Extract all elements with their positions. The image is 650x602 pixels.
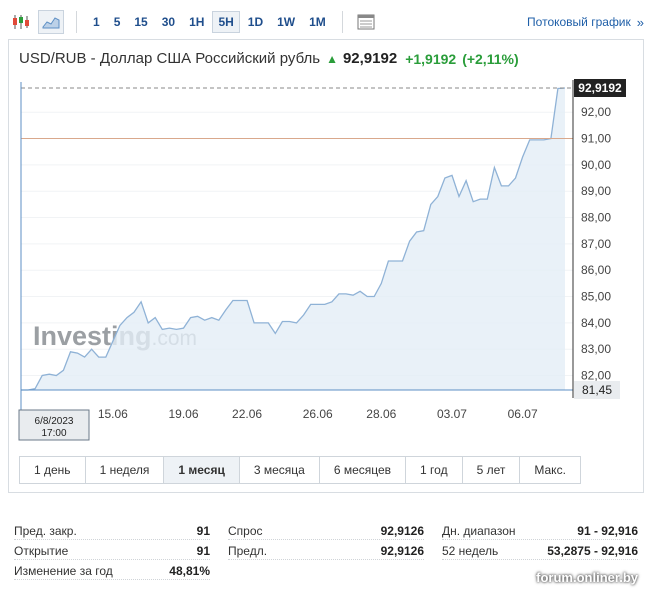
stat-row: Дн. диапазон 91 - 92,916 [442,522,638,540]
range-1m[interactable]: 1 месяц [164,457,240,483]
area-chart-icon[interactable] [38,10,64,34]
stats-column-2: Спрос 92,9126 Предл. 92,9126 [228,522,424,562]
stat-row: 52 недель 53,2875 - 92,916 [442,542,638,560]
last-price-label: 92,9192 [578,81,622,95]
stream-chart-link[interactable]: Потоковый график » [527,15,644,30]
stat-label: Изменение за год [14,563,113,578]
stat-label: Предл. [228,543,268,558]
stat-value: 92,9126 [380,523,424,538]
stat-value: 92,9126 [380,543,424,558]
interval-1h[interactable]: 1H [183,11,210,33]
toolbar-divider [341,11,343,33]
stat-value: 91 - 92,916 [577,523,638,538]
range-5y[interactable]: 5 лет [463,457,521,483]
stat-value: 91 [196,523,210,538]
x-tick-label: 19.06 [168,407,198,421]
stat-label: Пред. закр. [14,523,77,538]
range-1y[interactable]: 1 год [406,457,463,483]
double-chevron-right-icon: » [636,14,644,30]
y-tick-label: 90,00 [581,158,611,172]
stat-value: 91 [196,543,210,558]
stat-label: Дн. диапазон [442,523,516,538]
x-tick-label: 26.06 [303,407,333,421]
interval-15[interactable]: 15 [128,11,153,33]
site-watermark: forum.onliner.by [536,570,638,585]
stat-label: 52 недель [442,543,499,558]
cursor-time-label: 17:00 [41,428,66,439]
y-tick-label: 82,00 [581,369,611,383]
chart-panel: USD/RUB - Доллар США Российский рубль ▲ … [8,39,644,493]
x-tick-label: 28.06 [366,407,396,421]
x-tick-label: 03.07 [437,407,467,421]
y-tick-label: 92,00 [581,105,611,119]
interval-1w[interactable]: 1W [271,11,301,33]
stats-column-3: Дн. диапазон 91 - 92,916 52 недель 53,2875… [442,522,638,562]
stat-label: Спрос [228,523,263,538]
stat-value: 53,2875 - 92,916 [547,543,638,558]
range-1w[interactable]: 1 неделя [86,457,165,483]
y-tick-label: 84,00 [581,316,611,330]
interval-1m[interactable]: 1M [303,11,332,33]
chart-toolbar: 1 5 15 30 1H 5H 1D 1W 1M Потоковый графи… [8,6,644,38]
stat-row: Пред. закр. 91 [14,522,210,540]
price-chart[interactable]: Investing.com 92,0091,0090,0089,0088,008… [9,40,643,450]
y-tick-label: 88,00 [581,211,611,225]
stream-chart-label: Потоковый график [527,15,631,29]
stats-column-1: Пред. закр. 91 Открытие 91 Изменение за го… [14,522,210,582]
x-tick-label: 06.07 [508,407,538,421]
interval-1d[interactable]: 1D [242,11,269,33]
interval-1[interactable]: 1 [87,11,106,33]
cursor-date-label: 6/8/2023 [35,416,74,427]
range-max[interactable]: Макс. [520,457,580,483]
candlestick-icon[interactable] [8,10,34,34]
interval-5h[interactable]: 5H [212,11,240,33]
range-3m[interactable]: 3 месяца [240,457,320,483]
table-view-icon[interactable] [353,10,379,34]
stat-label: Открытие [14,543,69,558]
range-1d[interactable]: 1 день [20,457,86,483]
stat-row: Изменение за год 48,81% [14,562,210,580]
stat-row: Предл. 92,9126 [228,542,424,560]
stat-value: 48,81% [169,563,210,578]
toolbar-divider [76,11,77,33]
stat-row: Спрос 92,9126 [228,522,424,540]
y-tick-label: 86,00 [581,263,611,277]
y-tick-label: 85,00 [581,290,611,304]
interval-5[interactable]: 5 [108,11,127,33]
y-tick-label: 83,00 [581,342,611,356]
stat-row: Открытие 91 [14,542,210,560]
range-6m[interactable]: 6 месяцев [320,457,407,483]
interval-30[interactable]: 30 [156,11,181,33]
y-tick-label: 91,00 [581,132,611,146]
y-tick-label: 87,00 [581,237,611,251]
y-tick-label: 89,00 [581,184,611,198]
x-tick-label: 22.06 [232,407,262,421]
range-selector: 1 день 1 неделя 1 месяц 3 месяца 6 месяц… [19,456,581,484]
cursor-price-label: 81,45 [582,383,612,397]
x-tick-label: 15.06 [98,407,128,421]
